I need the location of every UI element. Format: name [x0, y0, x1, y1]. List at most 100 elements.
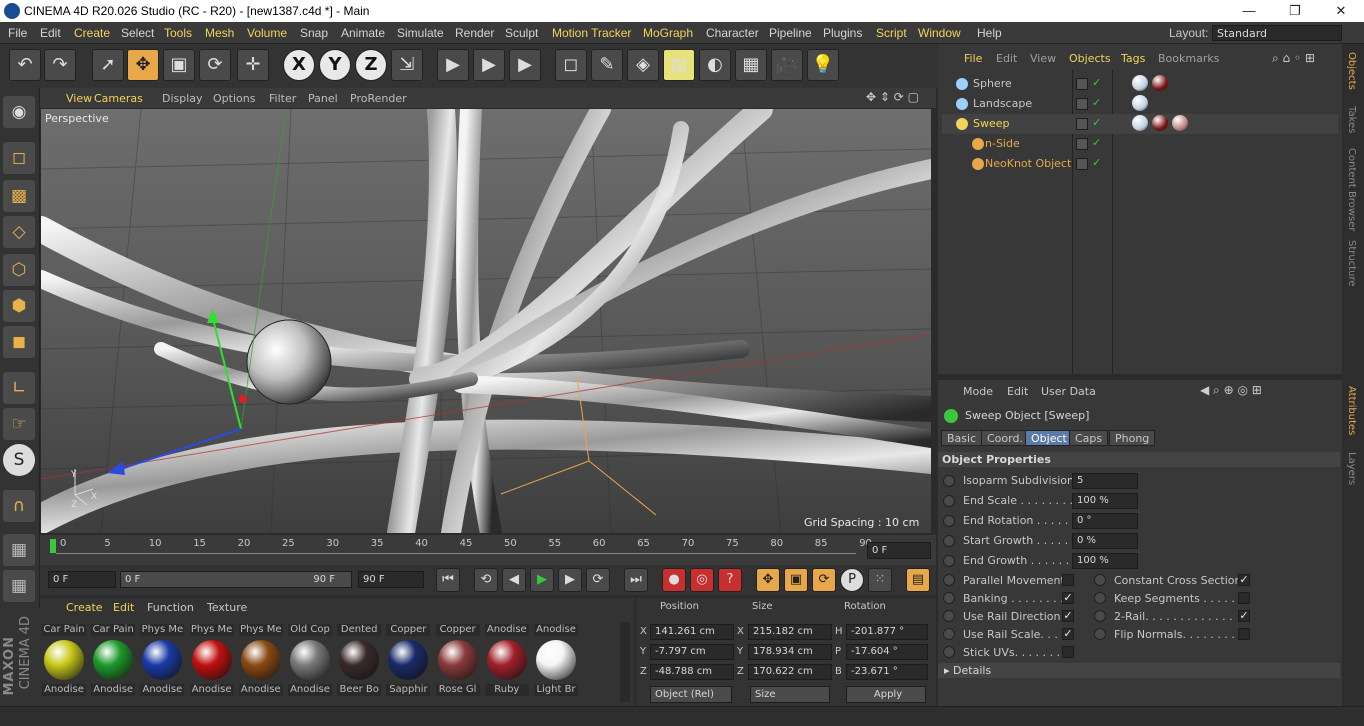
checkbox[interactable]: [1238, 628, 1250, 640]
menu-sculpt[interactable]: Sculpt: [505, 26, 538, 40]
visibility-check-icon[interactable]: ✓: [1092, 156, 1101, 169]
checkbox[interactable]: [1238, 592, 1250, 604]
animation-dot-icon[interactable]: [943, 475, 955, 487]
render-view-icon[interactable]: ▶: [437, 49, 469, 81]
autokey-icon[interactable]: ◎: [690, 568, 714, 592]
object-row-sweep[interactable]: Sweep ✓: [942, 114, 1338, 134]
visibility-check-icon[interactable]: ✓: [1092, 96, 1101, 109]
om-menu-objects[interactable]: Objects: [1069, 52, 1111, 65]
material-tag-icon[interactable]: [1132, 75, 1148, 91]
checkbox[interactable]: ✓: [1238, 610, 1250, 622]
material-tag-icon[interactable]: [1132, 95, 1148, 111]
play-icon[interactable]: ▶: [530, 568, 554, 592]
next-key-icon[interactable]: ⟳: [586, 568, 610, 592]
model-mode-icon[interactable]: ◻: [3, 142, 35, 174]
visibility-check-icon[interactable]: ✓: [1092, 76, 1101, 89]
locked-workplane-icon[interactable]: ▦: [3, 570, 35, 602]
light-icon[interactable]: 💡: [807, 49, 839, 81]
menu-mograph[interactable]: MoGraph: [643, 26, 693, 40]
animation-dot-icon[interactable]: [1094, 628, 1106, 640]
menu-help[interactable]: Help: [977, 26, 1002, 40]
attr-menu-edit[interactable]: Edit: [1007, 385, 1028, 398]
camera-icon[interactable]: 🎥: [771, 49, 803, 81]
object-row-n-side[interactable]: n-Side ✓: [942, 134, 1338, 154]
material-swatch[interactable]: Phys Me Anodise: [140, 624, 185, 696]
x-axis-icon[interactable]: X: [283, 49, 315, 81]
checkbox[interactable]: [1062, 574, 1074, 586]
tab-object[interactable]: Object: [1025, 430, 1073, 446]
attr-menu-user-data[interactable]: User Data: [1041, 385, 1096, 398]
material-swatch[interactable]: Phys Me Anodise: [238, 624, 283, 696]
viewport-menu-filter[interactable]: Filter: [269, 92, 296, 105]
material-tag-icon[interactable]: [1152, 75, 1168, 91]
menu-volume[interactable]: Volume: [247, 26, 287, 40]
menu-select[interactable]: Select: [121, 26, 154, 40]
layer-icon[interactable]: [1076, 78, 1088, 90]
side-tab-attributes[interactable]: Attributes: [1346, 386, 1357, 435]
viewport-menu-cameras[interactable]: Cameras: [94, 92, 143, 105]
animation-dot-icon[interactable]: [943, 495, 955, 507]
position-z-field[interactable]: -48.788 cm: [650, 664, 734, 680]
attr-menu-mode[interactable]: Mode: [963, 385, 993, 398]
menu-animate[interactable]: Animate: [341, 26, 385, 40]
texture-mode-icon[interactable]: ▩: [3, 180, 35, 212]
previous-key-icon[interactable]: ⟲: [474, 568, 498, 592]
om-menu-edit[interactable]: Edit: [996, 52, 1017, 65]
animation-dot-icon[interactable]: [943, 574, 955, 586]
next-frame-icon[interactable]: ▶: [558, 568, 582, 592]
material-swatch[interactable]: Copper Sapphir: [386, 624, 431, 696]
tab-coord[interactable]: Coord.: [981, 430, 1029, 446]
menu-render[interactable]: Render: [455, 26, 494, 40]
scale-icon[interactable]: ▣: [163, 49, 195, 81]
point-level-animation-icon[interactable]: ⁙: [868, 568, 892, 592]
position-track-icon[interactable]: ✥: [756, 568, 780, 592]
checkbox[interactable]: ✓: [1238, 574, 1250, 586]
coordinate-system-icon[interactable]: ⇲: [391, 49, 423, 81]
record-active-icon[interactable]: ●: [662, 568, 686, 592]
menu-motion-tracker[interactable]: Motion Tracker: [552, 26, 631, 40]
material-swatch[interactable]: Car Pain Anodise: [42, 624, 86, 696]
tab-basic[interactable]: Basic: [941, 430, 983, 446]
layer-icon[interactable]: [1076, 98, 1088, 110]
menu-character[interactable]: Character: [706, 26, 759, 40]
tab-caps[interactable]: Caps: [1069, 430, 1109, 446]
render-picture-viewer-icon[interactable]: ▶: [473, 49, 505, 81]
menu-edit[interactable]: Edit: [40, 26, 61, 40]
viewport-nav-icons[interactable]: ✥ ⇕ ⟳ ▢: [866, 90, 919, 104]
material-swatch[interactable]: Anodise Light Br: [534, 624, 578, 696]
size-y-field[interactable]: 178.934 cm: [748, 644, 832, 660]
animation-dot-icon[interactable]: [943, 592, 955, 604]
frame-range-slider[interactable]: 0 F 90 F: [120, 571, 352, 588]
move-add-icon[interactable]: ✛: [237, 49, 269, 81]
visibility-check-icon[interactable]: ✓: [1092, 136, 1101, 149]
animation-dot-icon[interactable]: [943, 628, 955, 640]
side-tab-content-browser[interactable]: Content Browser: [1346, 148, 1357, 231]
make-editable-icon[interactable]: ◉: [3, 96, 35, 128]
tab-phong[interactable]: Phong: [1109, 430, 1156, 446]
edges-mode-icon[interactable]: ⬢: [3, 290, 35, 322]
solo-icon[interactable]: S: [3, 444, 35, 476]
menu-mesh[interactable]: Mesh: [205, 26, 234, 40]
material-swatch[interactable]: Old Cop Anodise: [288, 624, 332, 696]
layout-select[interactable]: Standard: [1212, 25, 1342, 41]
rotation-h-field[interactable]: -201.877 °: [846, 624, 928, 640]
animation-dot-icon[interactable]: [1094, 574, 1106, 586]
rotation-p-field[interactable]: -17.604 °: [846, 644, 928, 660]
floor-icon[interactable]: ▦: [735, 49, 767, 81]
deformer-icon[interactable]: ◐: [699, 49, 731, 81]
axis-mode-icon[interactable]: ∟: [3, 372, 35, 404]
coordinate-mode-select[interactable]: Object (Rel): [650, 686, 732, 703]
viewport-menu-panel[interactable]: Panel: [308, 92, 338, 105]
field-3-input[interactable]: 0 %: [1072, 533, 1138, 549]
object-row-landscape[interactable]: Landscape ✓: [942, 94, 1338, 114]
menu-pipeline[interactable]: Pipeline: [769, 26, 812, 40]
material-tag-icon[interactable]: [1152, 115, 1168, 131]
material-tag-icon[interactable]: [1132, 115, 1148, 131]
side-tab-takes[interactable]: Takes: [1346, 106, 1357, 133]
om-menu-file[interactable]: File: [964, 52, 982, 65]
field-2-input[interactable]: 0 °: [1072, 513, 1138, 529]
menu-snap[interactable]: Snap: [300, 26, 328, 40]
side-tab-layers[interactable]: Layers: [1346, 452, 1357, 485]
object-row-neoknot-object[interactable]: NeoKnot Object ✓: [942, 154, 1338, 174]
tweak-mode-icon[interactable]: ☞: [3, 408, 35, 440]
